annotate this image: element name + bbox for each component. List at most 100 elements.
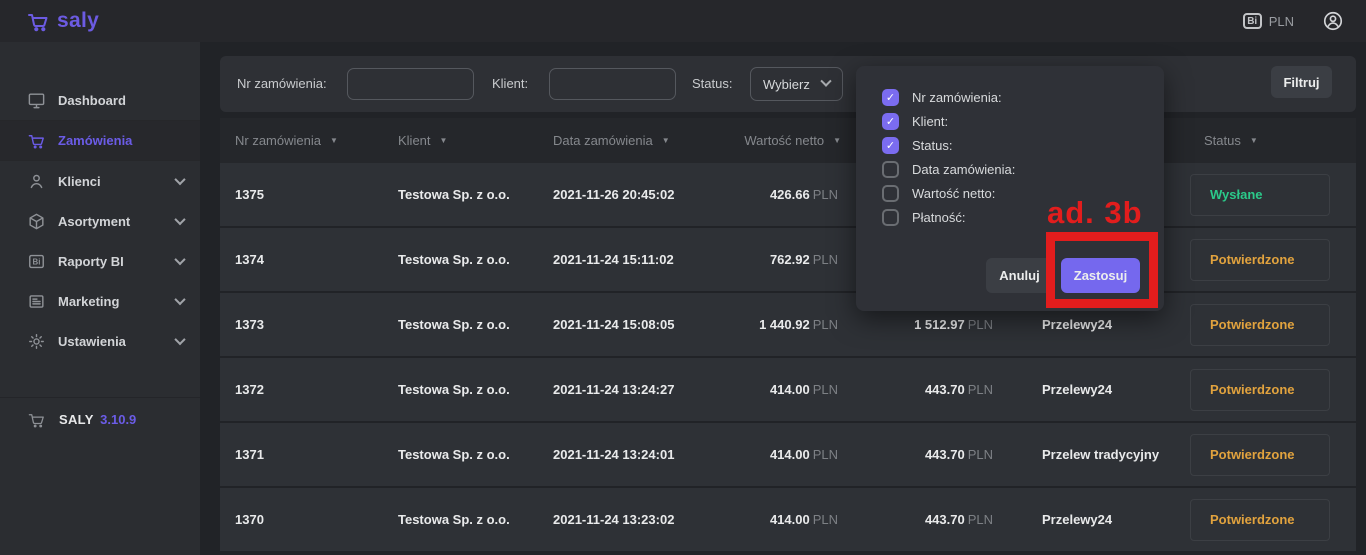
status-badge: Potwierdzone bbox=[1190, 499, 1330, 541]
sort-arrow-icon: ▼ bbox=[330, 136, 338, 145]
sidebar-item-label: Asortyment bbox=[58, 214, 176, 229]
popup-option: ✓ Nr zamówienia: bbox=[856, 85, 1164, 109]
currency-selector[interactable]: Bi PLN bbox=[1243, 13, 1294, 29]
order-date-cell: 2021-11-24 13:24:01 bbox=[553, 447, 741, 462]
account-icon[interactable] bbox=[1322, 10, 1344, 32]
table-row[interactable]: 1374 Testowa Sp. z o.o. 2021-11-24 15:11… bbox=[220, 228, 1356, 291]
sidebar-item-label: Raporty BI bbox=[58, 254, 176, 269]
sort-arrow-icon: ▼ bbox=[662, 136, 670, 145]
sidebar-item-marketing[interactable]: Marketing bbox=[0, 281, 200, 321]
status-filter-select[interactable]: Wybierz bbox=[750, 67, 843, 101]
currency-label: PLN bbox=[1269, 14, 1294, 29]
brutto-cell: 1 512.97PLN bbox=[841, 317, 997, 332]
column-header-status[interactable]: Status▼ bbox=[1180, 133, 1356, 148]
table-row[interactable]: 1373 Testowa Sp. z o.o. 2021-11-24 15:08… bbox=[220, 293, 1356, 356]
sidebar-item-raporty-bi[interactable]: Bi Raporty BI bbox=[0, 241, 200, 281]
sidebar-item-label: Marketing bbox=[58, 294, 176, 309]
sidebar-item-asortyment[interactable]: Asortyment bbox=[0, 201, 200, 241]
client-cell: Testowa Sp. z o.o. bbox=[398, 382, 553, 397]
news-icon bbox=[27, 292, 46, 311]
sidebar-item-label: Zamówienia bbox=[58, 133, 184, 148]
table-row[interactable]: 1370 Testowa Sp. z o.o. 2021-11-24 13:23… bbox=[220, 488, 1356, 551]
netto-cell: 1 440.92PLN bbox=[741, 317, 841, 332]
brutto-cell: 443.70PLN bbox=[841, 512, 997, 527]
svg-text:Bi: Bi bbox=[33, 257, 41, 266]
cart-icon bbox=[27, 410, 46, 429]
sort-arrow-icon: ▼ bbox=[833, 136, 841, 145]
table-header: Nr zamówienia▼ Klient▼ Data zamówienia▼ … bbox=[220, 118, 1356, 163]
table-row[interactable]: 1375 Testowa Sp. z o.o. 2021-11-26 20:45… bbox=[220, 163, 1356, 226]
netto-cell: 414.00PLN bbox=[741, 447, 841, 462]
app-logo[interactable]: saly bbox=[25, 9, 99, 33]
payment-cell: Przelew tradycyjny bbox=[997, 447, 1180, 462]
status-badge: Potwierdzone bbox=[1190, 434, 1330, 476]
checkbox-unchecked[interactable] bbox=[882, 185, 899, 202]
popup-option: Data zamówienia: bbox=[856, 157, 1164, 181]
status-badge: Potwierdzone bbox=[1190, 239, 1330, 281]
column-header-netto[interactable]: Wartość netto▼ bbox=[741, 133, 841, 148]
sidebar-nav: Dashboard Zamówienia Klienci Asorty bbox=[0, 42, 200, 361]
status-badge: Wysłane bbox=[1190, 174, 1330, 216]
payment-cell: Przelewy24 bbox=[997, 317, 1180, 332]
column-header-client[interactable]: Klient▼ bbox=[398, 133, 553, 148]
status-badge: Potwierdzone bbox=[1190, 304, 1330, 346]
app-name: SALY bbox=[59, 412, 94, 427]
client-cell: Testowa Sp. z o.o. bbox=[398, 252, 553, 267]
sidebar-item-label: Ustawienia bbox=[58, 334, 176, 349]
order-date-cell: 2021-11-24 15:11:02 bbox=[553, 252, 741, 267]
status-badge: Potwierdzone bbox=[1190, 369, 1330, 411]
sidebar-item-klienci[interactable]: Klienci bbox=[0, 161, 200, 201]
status-select-value: Wybierz bbox=[763, 77, 810, 92]
sort-arrow-icon: ▼ bbox=[1250, 136, 1258, 145]
sidebar-item-dashboard[interactable]: Dashboard bbox=[0, 81, 200, 121]
checkbox-checked[interactable]: ✓ bbox=[882, 113, 899, 130]
order-no-filter-input[interactable] bbox=[347, 68, 474, 100]
status-cell: Potwierdzone bbox=[1180, 304, 1356, 346]
status-cell: Potwierdzone bbox=[1180, 369, 1356, 411]
sidebar-item-ustawienia[interactable]: Ustawienia bbox=[0, 321, 200, 361]
package-icon bbox=[27, 212, 46, 231]
table-row[interactable]: 1372 Testowa Sp. z o.o. 2021-11-24 13:24… bbox=[220, 358, 1356, 421]
netto-cell: 414.00PLN bbox=[741, 382, 841, 397]
order-no-cell: 1373 bbox=[220, 317, 398, 332]
cart-icon bbox=[27, 131, 46, 150]
popup-option: ✓ Klient: bbox=[856, 109, 1164, 133]
table-row[interactable]: 1371 Testowa Sp. z o.o. 2021-11-24 13:24… bbox=[220, 423, 1356, 486]
checkbox-checked[interactable]: ✓ bbox=[882, 89, 899, 106]
chevron-down-icon bbox=[820, 76, 831, 87]
annotation-highlight-rect bbox=[1046, 232, 1158, 308]
chevron-down-icon bbox=[174, 294, 185, 305]
checkbox-checked[interactable]: ✓ bbox=[882, 137, 899, 154]
cancel-button[interactable]: Anuluj bbox=[986, 258, 1053, 293]
monitor-icon bbox=[27, 91, 46, 110]
checkbox-unchecked[interactable] bbox=[882, 161, 899, 178]
checkbox-unchecked[interactable] bbox=[882, 209, 899, 226]
sidebar-divider bbox=[0, 397, 200, 398]
order-no-cell: 1375 bbox=[220, 187, 398, 202]
sidebar: Dashboard Zamówienia Klienci Asorty bbox=[0, 42, 200, 555]
column-header-order-no[interactable]: Nr zamówienia▼ bbox=[220, 133, 398, 148]
logo-text: saly bbox=[57, 9, 99, 33]
annotation-label: ad. 3b bbox=[1047, 195, 1143, 231]
filter-button[interactable]: Filtruj bbox=[1271, 66, 1332, 98]
client-cell: Testowa Sp. z o.o. bbox=[398, 187, 553, 202]
client-cell: Testowa Sp. z o.o. bbox=[398, 512, 553, 527]
status-cell: Potwierdzone bbox=[1180, 434, 1356, 476]
column-header-order-date[interactable]: Data zamówienia▼ bbox=[553, 133, 741, 148]
client-filter-input[interactable] bbox=[549, 68, 676, 100]
order-date-cell: 2021-11-24 13:24:27 bbox=[553, 382, 741, 397]
topbar-right: Bi PLN bbox=[1243, 10, 1344, 32]
app-version: 3.10.9 bbox=[100, 412, 136, 427]
client-cell: Testowa Sp. z o.o. bbox=[398, 447, 553, 462]
popup-option: ✓ Status: bbox=[856, 133, 1164, 157]
client-cell: Testowa Sp. z o.o. bbox=[398, 317, 553, 332]
app-window: saly Bi PLN Dashboard bbox=[0, 0, 1366, 555]
order-no-cell: 1374 bbox=[220, 252, 398, 267]
payment-cell: Przelewy24 bbox=[997, 512, 1180, 527]
sidebar-item-zamowienia[interactable]: Zamówienia bbox=[0, 121, 200, 161]
brutto-cell: 443.70PLN bbox=[841, 447, 997, 462]
chevron-down-icon bbox=[174, 174, 185, 185]
order-no-cell: 1371 bbox=[220, 447, 398, 462]
banknote-icon: Bi bbox=[1243, 13, 1262, 29]
payment-cell: Przelewy24 bbox=[997, 382, 1180, 397]
